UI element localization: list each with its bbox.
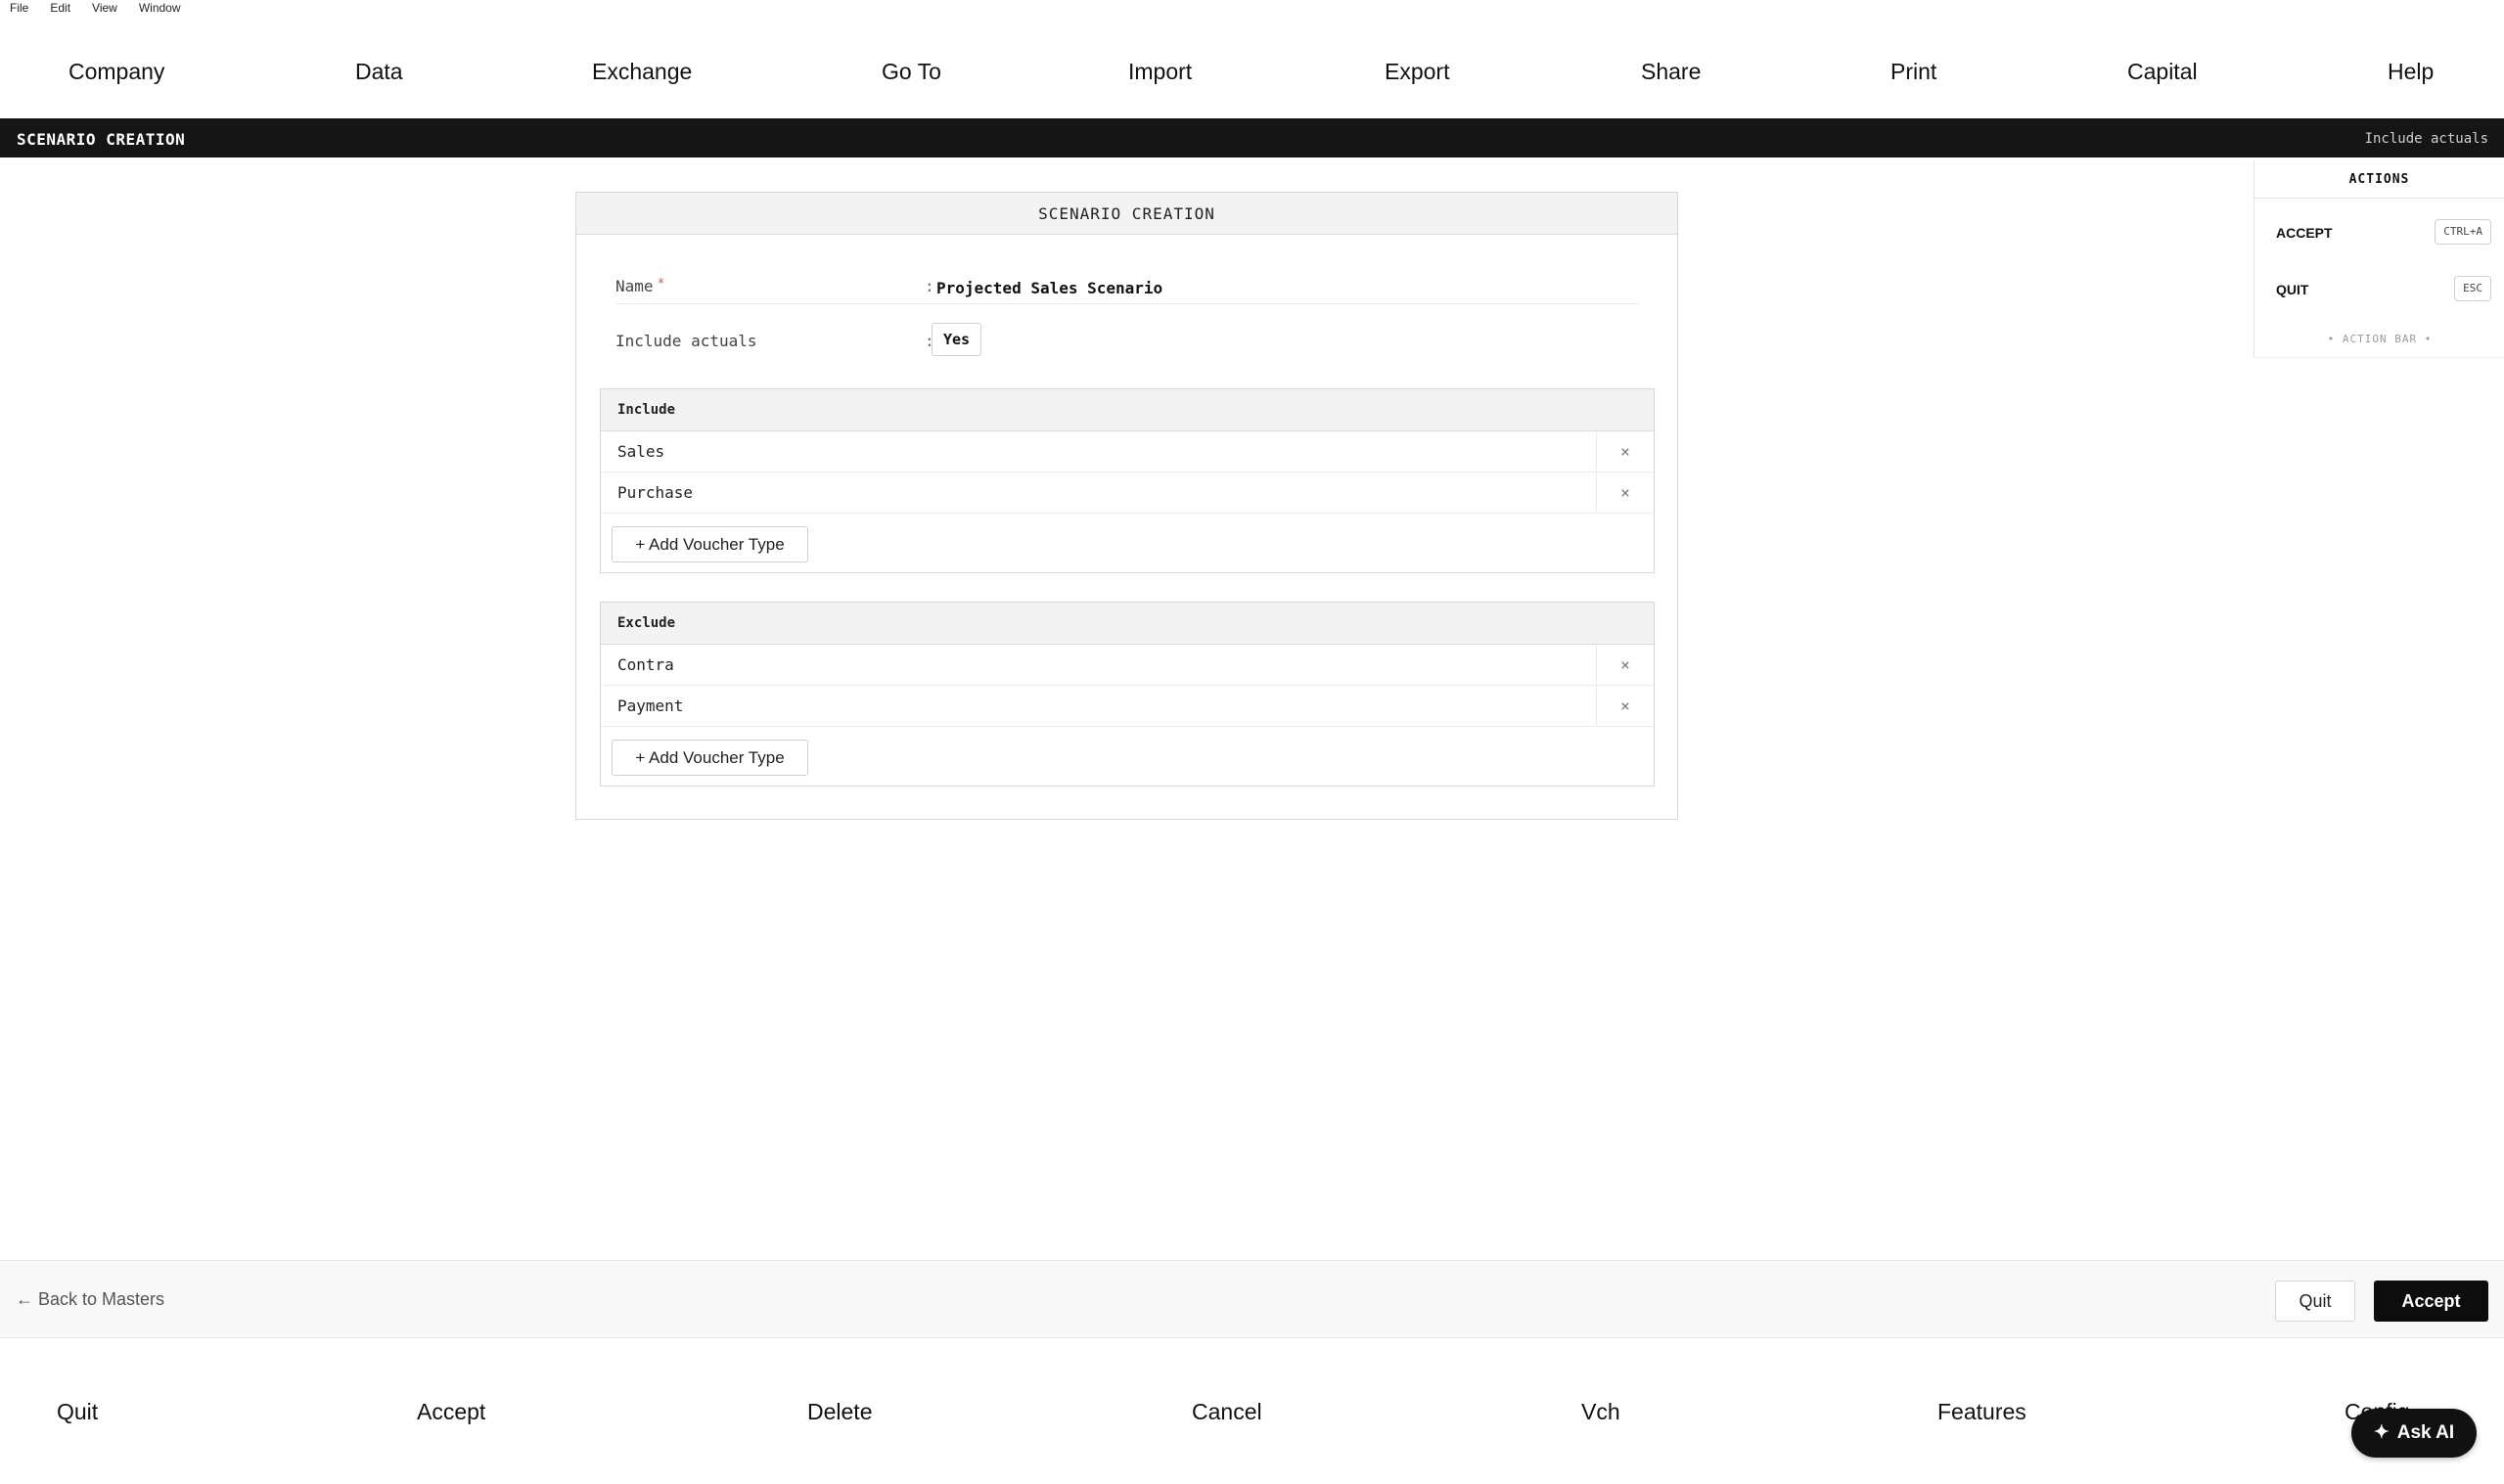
ask-ai-button[interactable]: ✦ Ask AI (2351, 1409, 2477, 1458)
nav-company[interactable]: Company (68, 59, 164, 85)
name-row: Name * : Projected Sales Scenario (615, 269, 1639, 304)
exclude-item-contra: Contra (617, 655, 674, 674)
actions-panel: ACTIONS ACCEPT CTRL+A QUIT ESC • ACTION … (2254, 160, 2504, 358)
action-quit-label: QUIT (2276, 282, 2309, 297)
nav-go-to[interactable]: Go To (882, 59, 941, 85)
screen-title-bar: SCENARIO CREATION Include actuals (0, 118, 2504, 157)
fkey-quit[interactable]: Quit (57, 1399, 98, 1425)
nav-data[interactable]: Data (355, 59, 403, 85)
fkey-vch[interactable]: Vch (1581, 1399, 1620, 1425)
action-accept-shortcut: CTRL+A (2435, 219, 2491, 245)
os-menu-view[interactable]: View (92, 1, 117, 15)
back-to-masters-link[interactable]: ← Back to Masters (16, 1289, 164, 1310)
include-actuals-select[interactable]: Yes (932, 323, 982, 356)
nav-print[interactable]: Print (1890, 59, 1936, 85)
os-menu-file[interactable]: File (10, 1, 28, 15)
exclude-item-payment: Payment (617, 697, 684, 715)
name-label: Name * (615, 277, 665, 295)
screen-title: SCENARIO CREATION (17, 130, 186, 149)
action-accept[interactable]: ACCEPT CTRL+A (2276, 217, 2491, 248)
list-item: Purchase × (601, 472, 1654, 514)
remove-icon[interactable]: × (1596, 472, 1654, 514)
os-menu-edit[interactable]: Edit (50, 1, 70, 15)
nav-export[interactable]: Export (1385, 59, 1449, 85)
include-actuals-row: Include actuals : Yes (615, 322, 1639, 357)
required-mark: * (657, 277, 665, 292)
include-list: Include Sales × Purchase × + Add Voucher… (600, 388, 1655, 573)
remove-icon[interactable]: × (1596, 686, 1654, 727)
function-key-bar: Quit Accept Delete Cancel Vch Features C… (0, 1338, 2504, 1484)
actions-heading: ACTIONS (2254, 160, 2504, 199)
sparkle-icon: ✦ (2373, 1422, 2390, 1443)
form-heading: SCENARIO CREATION (576, 193, 1677, 235)
nav-share[interactable]: Share (1641, 59, 1701, 85)
scenario-form-panel: SCENARIO CREATION Name * : Projected Sale… (575, 192, 1678, 820)
add-include-voucher-button[interactable]: + Add Voucher Type (612, 526, 808, 562)
add-exclude-voucher-button[interactable]: + Add Voucher Type (612, 740, 808, 776)
fkey-features[interactable]: Features (1937, 1399, 2026, 1425)
exclude-list: Exclude Contra × Payment × + Add Voucher… (600, 602, 1655, 787)
list-item: Sales × (601, 431, 1654, 472)
include-item-purchase: Purchase (617, 483, 694, 502)
quit-button[interactable]: Quit (2275, 1281, 2355, 1322)
include-actuals-label: Include actuals (615, 332, 757, 350)
os-menu-bar: File Edit View Window (0, 0, 2504, 16)
list-item: Payment × (601, 686, 1654, 727)
fkey-cancel[interactable]: Cancel (1192, 1399, 1262, 1425)
action-quit[interactable]: QUIT ESC (2276, 274, 2491, 305)
name-colon: : (925, 277, 934, 295)
remove-icon[interactable]: × (1596, 431, 1654, 472)
nav-import[interactable]: Import (1128, 59, 1192, 85)
remove-icon[interactable]: × (1596, 645, 1654, 686)
ask-ai-label: Ask AI (2396, 1422, 2455, 1443)
nav-help[interactable]: Help (2388, 59, 2434, 85)
top-nav: Company Data Exchange Go To Import Expor… (0, 45, 2504, 96)
list-item: Contra × (601, 645, 1654, 686)
action-quit-shortcut: ESC (2454, 276, 2491, 301)
include-heading: Include (601, 389, 1654, 431)
nav-capital[interactable]: Capital (2127, 59, 2198, 85)
title-bar-context: Include actuals (2364, 131, 2488, 147)
accept-button[interactable]: Accept (2374, 1281, 2488, 1322)
nav-exchange[interactable]: Exchange (592, 59, 692, 85)
os-menu-window[interactable]: Window (139, 1, 181, 15)
name-field[interactable]: Projected Sales Scenario (936, 279, 1162, 297)
include-item-sales: Sales (617, 442, 665, 461)
action-accept-label: ACCEPT (2276, 225, 2333, 241)
fkey-delete[interactable]: Delete (807, 1399, 872, 1425)
exclude-heading: Exclude (601, 603, 1654, 645)
bottom-action-strip: ← Back to Masters Quit Accept (0, 1260, 2504, 1338)
action-bar-footer: • ACTION BAR • (2327, 333, 2433, 345)
fkey-accept[interactable]: Accept (417, 1399, 485, 1425)
